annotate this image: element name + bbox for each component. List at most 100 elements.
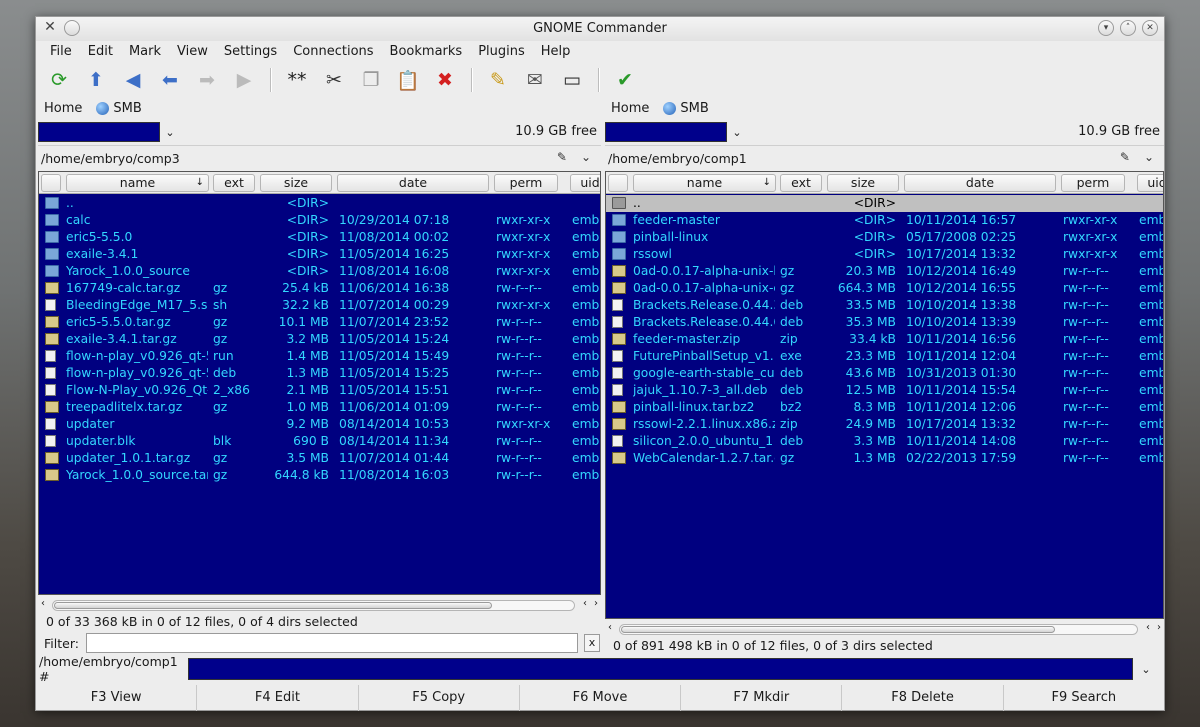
fkey-f8[interactable]: F8 Delete xyxy=(842,685,1004,711)
fkey-f7[interactable]: F7 Mkdir xyxy=(681,685,843,711)
column-header-icon[interactable] xyxy=(608,174,628,192)
history-chevron-icon[interactable]: ⌄ xyxy=(1144,150,1154,164)
scroll-right-icon[interactable]: › xyxy=(594,598,598,609)
chevron-down-icon[interactable]: ⌄ xyxy=(727,126,747,139)
horizontal-scrollbar[interactable]: ‹ ‹ › xyxy=(605,621,1164,637)
file-list[interactable]: name↓extsizedatepermuid ..<DIR>feeder-ma… xyxy=(605,171,1164,619)
table-row[interactable]: eric5-5.5.0 <DIR> 11/08/2014 00:02 rwxr-xr-… xyxy=(39,229,600,246)
column-header-ext[interactable]: ext xyxy=(213,174,255,192)
scroll-right-arrow-a[interactable]: ‹ xyxy=(1146,622,1150,633)
table-row[interactable]: Flow-N-Play_v0.926_Qt-5 2_x86 2.1 MB 11/05/… xyxy=(39,382,600,399)
scroll-left-icon[interactable]: ‹ xyxy=(608,622,612,633)
scroll-thumb[interactable] xyxy=(621,626,1056,633)
table-row[interactable]: Brackets.Release.0.44.6 deb 35.3 MB 10/10/2… xyxy=(606,314,1163,331)
drive-select[interactable] xyxy=(605,122,727,142)
table-row[interactable]: 167749-calc.tar.gz gz 25.4 kB 11/06/2014 16… xyxy=(39,280,600,297)
bookmark-tag-icon[interactable]: ✎ xyxy=(557,150,567,164)
scroll-right-arrow-a[interactable]: ‹ xyxy=(583,598,587,609)
table-row[interactable]: BleedingEdge_M17_5.s sh 32.2 kB 11/07/2014 … xyxy=(39,297,600,314)
column-header-ext[interactable]: ext xyxy=(780,174,822,192)
up-dir-icon[interactable]: ⬆ xyxy=(81,66,111,94)
history-chevron-icon[interactable]: ⌄ xyxy=(581,150,591,164)
horizontal-scrollbar[interactable]: ‹ ‹ › xyxy=(38,597,601,613)
email-icon[interactable]: ✉ xyxy=(520,66,550,94)
mark-icon[interactable]: ✔ xyxy=(610,66,640,94)
connection-home[interactable]: Home xyxy=(611,101,649,116)
filter-clear-button[interactable]: x xyxy=(584,634,600,652)
table-row[interactable]: rssowl-2.2.1.linux.x86.z zip 24.9 MB 10/17/… xyxy=(606,416,1163,433)
menu-bookmarks[interactable]: Bookmarks xyxy=(382,41,471,63)
select-all-icon[interactable]: ** xyxy=(282,66,312,94)
column-header-name[interactable]: name ↓ xyxy=(66,174,209,192)
table-row[interactable]: feeder-master.zip zip 33.4 kB 10/11/2014 16… xyxy=(606,331,1163,348)
menu-mark[interactable]: Mark xyxy=(121,41,169,63)
minimize-button[interactable]: ▾ xyxy=(1098,20,1114,36)
table-row[interactable]: FuturePinballSetup_v1. exe 23.3 MB 10/11/20… xyxy=(606,348,1163,365)
file-list[interactable]: name ↓ ext size date perm uid .. <DIR> calc <DIR>… xyxy=(38,171,601,595)
table-row[interactable]: calc <DIR> 10/29/2014 07:18 rwxr-xr-x emb xyxy=(39,212,600,229)
column-header-uid[interactable]: uid xyxy=(1137,174,1163,192)
menu-edit[interactable]: Edit xyxy=(80,41,121,63)
table-row[interactable]: silicon_2.0.0_ubuntu_1 deb 3.3 MB 10/11/201… xyxy=(606,433,1163,450)
menu-settings[interactable]: Settings xyxy=(216,41,285,63)
column-header-icon[interactable] xyxy=(41,174,61,192)
table-row[interactable]: jajuk_1.10.7-3_all.deb deb 12.5 MB 10/11/20… xyxy=(606,382,1163,399)
table-row[interactable]: pinball-linux <DIR> 05/17/2008 02:25 rwxr-x… xyxy=(606,229,1163,246)
column-header-date[interactable]: date xyxy=(337,174,489,192)
menu-connections[interactable]: Connections xyxy=(285,41,381,63)
fkey-f3[interactable]: F3 View xyxy=(36,685,198,711)
close-button[interactable]: ✕ xyxy=(1142,20,1158,36)
back-icon[interactable]: ⬅ xyxy=(155,66,185,94)
table-row[interactable]: exaile-3.4.1.tar.gz gz 3.2 MB 11/05/2014 15… xyxy=(39,331,600,348)
column-header-size[interactable]: size xyxy=(260,174,332,192)
table-row[interactable]: exaile-3.4.1 <DIR> 11/05/2014 16:25 rwxr-xr… xyxy=(39,246,600,263)
column-header-name[interactable]: name ↓ xyxy=(633,174,776,192)
column-header-perm[interactable]: perm xyxy=(494,174,558,192)
delete-icon[interactable]: ✖ xyxy=(430,66,460,94)
scroll-track[interactable] xyxy=(619,624,1138,635)
terminal-icon[interactable]: ▭ xyxy=(557,66,587,94)
column-header-uid[interactable]: uid xyxy=(570,174,600,192)
fkey-f4[interactable]: F4 Edit xyxy=(197,685,359,711)
bookmark-tag-icon[interactable]: ✎ xyxy=(1120,150,1130,164)
table-row[interactable]: WebCalendar-1.2.7.tar.g gz 1.3 MB 02/22/201… xyxy=(606,450,1163,467)
column-header-size[interactable]: size xyxy=(827,174,899,192)
table-row[interactable]: treepadlitelx.tar.gz gz 1.0 MB 11/06/2014 0… xyxy=(39,399,600,416)
refresh-icon[interactable]: ⟳ xyxy=(44,66,74,94)
copy-icon[interactable]: ❐ xyxy=(356,66,386,94)
table-row[interactable]: flow-n-play_v0.926_qt-5 run 1.4 MB 11/05/20… xyxy=(39,348,600,365)
column-header-perm[interactable]: perm xyxy=(1061,174,1125,192)
menu-view[interactable]: View xyxy=(169,41,216,63)
menu-plugins[interactable]: Plugins xyxy=(470,41,533,63)
connection-smb[interactable]: SMB xyxy=(663,101,709,116)
chevron-down-icon[interactable]: ⌄ xyxy=(160,126,180,139)
table-row[interactable]: updater_1.0.1.tar.gz gz 3.5 MB 11/07/2014 0… xyxy=(39,450,600,467)
scroll-left-icon[interactable]: ‹ xyxy=(41,598,45,609)
table-row[interactable]: Brackets.Release.0.44.3 deb 33.5 MB 10/10/2… xyxy=(606,297,1163,314)
edit-icon[interactable]: ✎ xyxy=(483,66,513,94)
path-bar[interactable]: /home/embryo/comp1 ✎ ⌄ xyxy=(605,145,1164,171)
table-row[interactable]: Yarock_1.0.0_source <DIR> 11/08/2014 16:08… xyxy=(39,263,600,280)
table-row[interactable]: rssowl <DIR> 10/17/2014 13:32 rwxr-xr-x emb xyxy=(606,246,1163,263)
forward-icon[interactable]: ➡ xyxy=(192,66,222,94)
table-row[interactable]: 0ad-0.0.17-alpha-unix-c gz 664.3 MB 10/12/2… xyxy=(606,280,1163,297)
title-bar[interactable]: ✕ GNOME Commander ▾ ˄ ✕ xyxy=(36,17,1164,41)
table-row[interactable]: feeder-master <DIR> 10/11/2014 16:57 rwxr-x… xyxy=(606,212,1163,229)
connection-home[interactable]: Home xyxy=(44,101,82,116)
table-row[interactable]: updater 9.2 MB 08/14/2014 10:53 rwxr-xr-x em… xyxy=(39,416,600,433)
menu-file[interactable]: File xyxy=(42,41,80,63)
filter-input[interactable] xyxy=(86,633,578,653)
fkey-f5[interactable]: F5 Copy xyxy=(359,685,520,711)
fkey-f6[interactable]: F6 Move xyxy=(520,685,682,711)
table-row[interactable]: flow-n-play_v0.926_qt-5 deb 1.3 MB 11/05/20… xyxy=(39,365,600,382)
table-row[interactable]: 0ad-0.0.17-alpha-unix-b gz 20.3 MB 10/12/20… xyxy=(606,263,1163,280)
maximize-button[interactable]: ˄ xyxy=(1120,20,1136,36)
table-row[interactable]: updater.blk blk 690 B 08/14/2014 11:34 rw-r-… xyxy=(39,433,600,450)
command-history-chevron-icon[interactable]: ⌄ xyxy=(1133,663,1159,676)
drive-select[interactable] xyxy=(38,122,160,142)
connection-smb[interactable]: SMB xyxy=(96,101,142,116)
app-menu-icon[interactable]: ✕ xyxy=(42,20,58,36)
table-row[interactable]: .. <DIR> xyxy=(606,195,1163,212)
table-row[interactable]: .. <DIR> xyxy=(39,195,600,212)
column-header-date[interactable]: date xyxy=(904,174,1056,192)
